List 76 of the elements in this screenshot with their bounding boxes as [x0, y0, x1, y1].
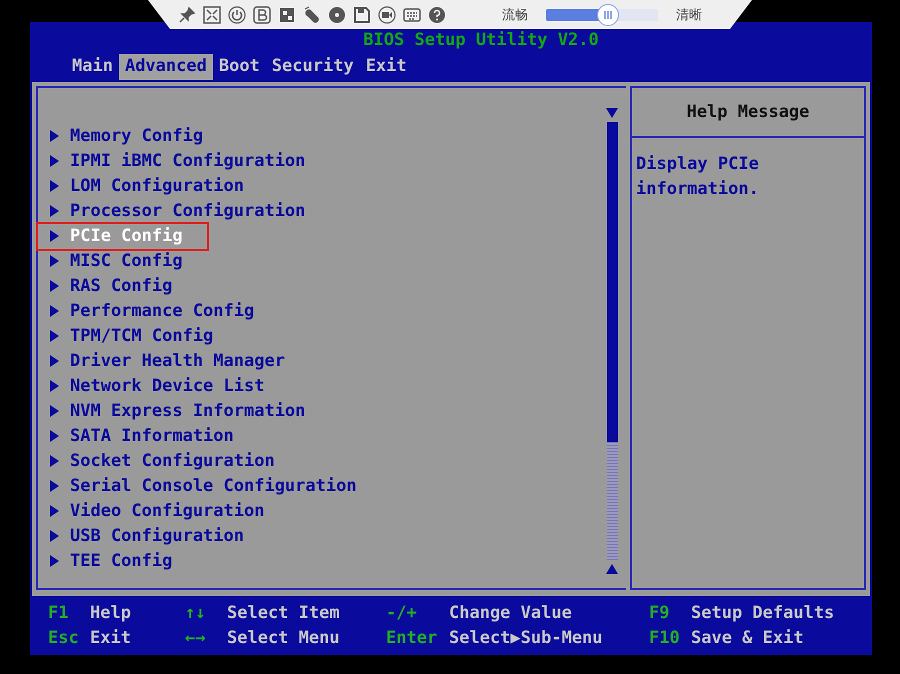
submenu-arrow-icon	[50, 505, 59, 518]
menu-item[interactable]: TEE Config	[38, 548, 196, 574]
shortcut-key: Enter	[386, 628, 449, 653]
submenu-arrow-icon	[50, 230, 59, 242]
submenu-arrow-icon	[50, 330, 59, 342]
disc-icon[interactable]	[328, 6, 346, 24]
keyboard-icon[interactable]	[403, 6, 421, 24]
shortcut-action: Help	[90, 602, 131, 625]
menu-item[interactable]: RAS Config	[38, 274, 196, 299]
submenu-arrow-icon	[50, 480, 59, 492]
slider-label: 流畅	[502, 6, 528, 24]
mouse-icon[interactable]	[303, 6, 321, 24]
menu-item[interactable]: Video Configuration	[38, 498, 288, 524]
submenu-arrow-icon	[50, 130, 59, 142]
menu-item[interactable]: TPM/TCM Config	[38, 324, 238, 349]
bios-title: BIOS Setup Utility V2.0	[362, 30, 600, 50]
shortcut-action: Select▶Sub-Menu	[449, 628, 603, 650]
camera-icon[interactable]	[378, 6, 396, 24]
shortcut-action: Exit	[90, 628, 131, 650]
submenu-arrow-icon	[50, 380, 59, 392]
b-icon[interactable]	[253, 6, 271, 24]
help-text: Display PCIe information.	[635, 152, 760, 201]
menu-item[interactable]: Socket Configuration	[38, 448, 299, 474]
menu-item[interactable]: Processor Configuration	[38, 198, 330, 224]
menu-tab[interactable]: Advanced	[118, 54, 213, 80]
pin-icon[interactable]	[178, 6, 196, 24]
submenu-arrow-icon	[50, 405, 59, 418]
shortcut-action: Save & Exit	[691, 628, 804, 650]
shortcut-key: -/+	[386, 602, 449, 628]
shortcut-key: Esc	[48, 628, 90, 653]
submenu-arrow-icon	[50, 430, 59, 442]
menu-tab[interactable]: Main	[66, 54, 119, 80]
menu-item[interactable]: IPMI iBMC Configuration	[38, 148, 330, 174]
menu-item[interactable]: Serial Console Configuration	[38, 474, 381, 499]
submenu-arrow-icon	[50, 155, 59, 168]
slider-label: 清晰	[676, 6, 702, 24]
menu-item[interactable]: Memory Config	[38, 124, 228, 149]
submenu-arrow-icon	[50, 355, 59, 368]
menu-item[interactable]: NVM Express Information	[38, 398, 330, 424]
submenu-arrow-icon	[50, 205, 59, 218]
submenu-arrow-icon	[50, 555, 59, 568]
menu-item[interactable]: MISC Config	[38, 248, 207, 274]
help-icon[interactable]	[428, 6, 446, 24]
menu-tab[interactable]: Exit	[360, 54, 413, 80]
shortcut-key: F9	[649, 602, 691, 628]
scroll-down-icon[interactable]	[606, 108, 618, 118]
menu-item[interactable]: Performance Config	[38, 298, 278, 324]
submenu-arrow-icon	[50, 305, 59, 318]
submenu-arrow-icon	[50, 280, 59, 292]
shortcut-action: Select Item	[227, 602, 340, 625]
menu-tab[interactable]: Security	[266, 54, 360, 80]
menu-item[interactable]: PCIe Config	[38, 224, 207, 249]
shortcut-key: ←→	[185, 628, 227, 653]
shortcut-action: Setup Defaults	[691, 602, 834, 625]
menu-item[interactable]: USB Configuration	[38, 524, 268, 549]
floppy-icon[interactable]	[353, 6, 371, 24]
shortcut-action: Change Value	[449, 602, 572, 625]
submenu-arrow-icon	[50, 255, 59, 268]
submenu-arrow-icon	[50, 455, 59, 468]
shortcut-key: F1	[48, 602, 90, 628]
menu-item[interactable]: SATA Information	[38, 424, 258, 449]
menu-item[interactable]: Driver Health Manager	[38, 348, 309, 374]
fullscreen-icon[interactable]	[203, 6, 221, 24]
slider-thumb[interactable]	[596, 4, 619, 26]
menu-item[interactable]: LOM Configuration	[38, 174, 268, 199]
power-icon[interactable]	[228, 6, 246, 24]
scrollbar[interactable]	[606, 108, 618, 574]
help-title: Help Message	[632, 88, 864, 138]
menu-tab[interactable]: Boot	[212, 54, 266, 80]
submenu-arrow-icon	[50, 530, 59, 542]
shortcut-action: Select Menu	[227, 628, 340, 650]
menu-item[interactable]: Network Device List	[38, 374, 288, 399]
shortcut-key: ↑↓	[185, 602, 227, 628]
scroll-up-icon[interactable]	[606, 564, 618, 574]
submenu-arrow-icon	[50, 180, 59, 192]
shortcut-key: F10	[649, 628, 691, 653]
